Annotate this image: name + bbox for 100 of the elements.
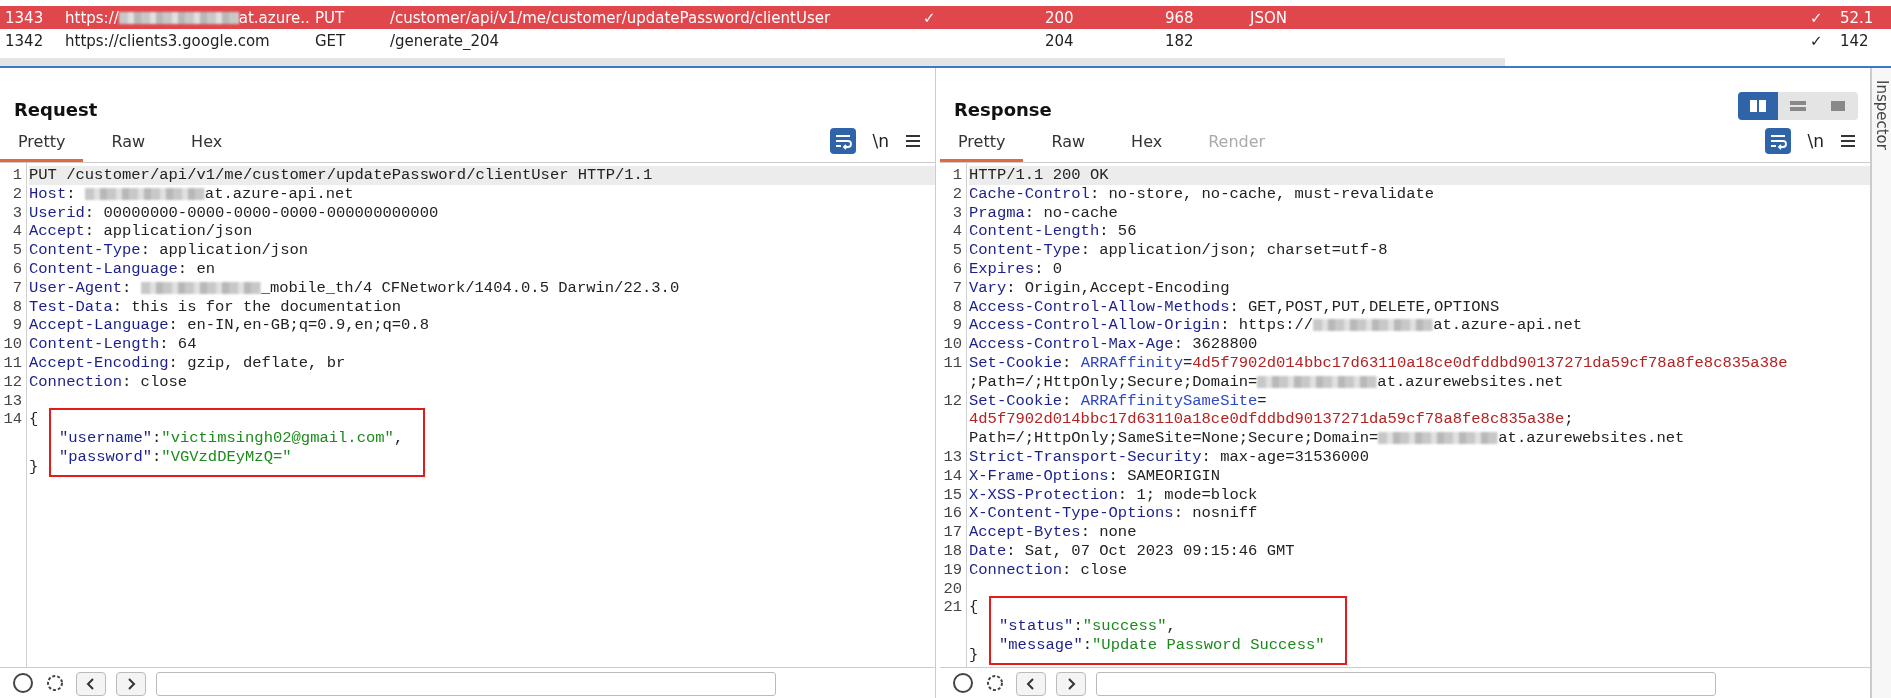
- forward-button[interactable]: [1056, 672, 1086, 696]
- table-cell: /customer/api/v1/me/customer/updatePassword/clientUser: [390, 8, 831, 27]
- back-button[interactable]: [76, 672, 106, 696]
- table-cell: 182: [1165, 31, 1194, 50]
- table-cell: 968: [1165, 8, 1194, 27]
- rows-icon: [1789, 99, 1807, 113]
- view-tab[interactable]: Hex: [1113, 132, 1181, 162]
- back-button[interactable]: [1016, 672, 1046, 696]
- line-number: 6: [951, 260, 963, 279]
- inspector-tab[interactable]: Inspector: [1872, 80, 1891, 150]
- word-wrap-icon[interactable]: [1765, 128, 1792, 154]
- layout-button[interactable]: [1818, 92, 1858, 120]
- code-line: Connection: close: [29, 372, 188, 392]
- table-cell: https:// at.azure...: [65, 8, 310, 27]
- line-number: 3: [951, 203, 963, 223]
- code-line: }: [969, 645, 980, 665]
- table-cell: ✓: [1810, 8, 1823, 27]
- table-cell: 200: [1045, 8, 1074, 27]
- panel-title: Request: [14, 99, 98, 120]
- line-number: 1: [0, 166, 29, 185]
- code-line: Set-Cookie: ARRAffinitySameSite= 4d5f7902d014bbc17d63110a18ce0dfddbd90137271da59cf78a8fe8c835a38e; Path=/;HttpOnly;SameSite=None;Secure;Domain= at.azurewebsites.net: [969, 391, 1685, 448]
- menu-icon[interactable]: [1840, 134, 1856, 148]
- columns-icon: [1749, 99, 1767, 113]
- code-line: X-Frame-Options: SAMEORIGIN: [969, 466, 1221, 486]
- code-line: "password":"VGVzdDEyMzQ=": [59, 447, 293, 467]
- menu-icon[interactable]: [905, 134, 921, 148]
- table-cell: 204: [1045, 31, 1074, 50]
- newline-toggle[interactable]: \n: [872, 131, 889, 151]
- code-line: X-XSS-Protection: 1; mode=block: [969, 485, 1258, 505]
- code-line: Accept-Encoding: gzip, deflate, br: [29, 353, 346, 373]
- layout-button[interactable]: [1778, 92, 1818, 120]
- line-number: 10: [942, 335, 963, 354]
- code-line: Strict-Transport-Security: max-age=31536000: [969, 447, 1369, 467]
- line-number: 9: [11, 316, 23, 336]
- line-number: 19: [942, 560, 963, 580]
- line-number: 12: [2, 372, 23, 392]
- code-line: Content-Length: 64: [29, 335, 197, 354]
- code-line: "status":"success",: [999, 617, 1177, 636]
- line-number: 8: [951, 297, 963, 317]
- code-line: Connection: close: [969, 560, 1128, 580]
- code-line: "message":"Update Password Success": [999, 635, 1325, 655]
- table-cell: 142: [1840, 31, 1869, 50]
- line-number: 8: [11, 297, 23, 317]
- request-row[interactable]: 1342 https://clients3.google.com GET /generate_204 204 182 ✓ 142: [0, 29, 1891, 53]
- table-cell: JSON: [1250, 8, 1287, 27]
- search-field[interactable]: [1096, 672, 1716, 696]
- table-cell: 1342: [5, 31, 44, 50]
- line-number: 18: [942, 541, 963, 561]
- line-number: 5: [951, 241, 963, 260]
- code-line: HTTP/1.1 200 OK: [969, 166, 1109, 185]
- line-number: 16: [942, 504, 963, 524]
- code-line: Access-Control-Allow-Origin: https:// at.azure-api.net: [969, 316, 1582, 336]
- code-line: Pragma: no-cache: [969, 203, 1118, 223]
- view-tab[interactable]: Pretty: [940, 132, 1024, 162]
- code-line: Vary: Origin,Accept-Encoding: [969, 278, 1230, 298]
- table-cell: ✓: [1810, 31, 1823, 50]
- newline-toggle[interactable]: \n: [1807, 131, 1824, 151]
- code-line: Test-Data: this is for the documentation: [29, 297, 402, 317]
- view-tab[interactable]: Raw: [1033, 132, 1104, 162]
- line-number: 7: [11, 278, 23, 298]
- request-row[interactable]: 1343 https:// at.azure...PUT /customer/api/v1/me/customer/updatePassword/clientUser ✓ 200 968 JSON ✓ 52.1: [0, 6, 1891, 30]
- code-line: User-Agent: _mobile_th/4 CFNetwork/1404.0.5 Darwin/22.3.0: [29, 278, 680, 298]
- line-number: 14: [2, 410, 23, 431]
- code-line: Access-Control-Allow-Methods: GET,POST,PUT,DELETE,OPTIONS: [969, 297, 1500, 317]
- view-tab[interactable]: Pretty: [0, 132, 84, 162]
- code-line: Content-Language: en: [29, 260, 216, 279]
- code-line: Accept-Bytes: none: [969, 523, 1137, 542]
- code-line: Content-Length: 56: [969, 222, 1137, 242]
- line-number: 4: [11, 222, 23, 242]
- panel-title: Response: [954, 99, 1052, 120]
- line-number: 2: [951, 184, 963, 204]
- line-number: 11: [942, 353, 963, 374]
- code-line: PUT /customer/api/v1/me/customer/updatePassword/clientUser HTTP/1.1: [29, 166, 653, 185]
- word-wrap-icon[interactable]: [830, 128, 857, 154]
- layout-button[interactable]: [1738, 92, 1778, 120]
- table-cell: /generate_204: [390, 31, 500, 50]
- search-field[interactable]: [156, 672, 776, 696]
- code-line: Accept: application/json: [29, 222, 253, 242]
- line-number: 9: [951, 316, 963, 336]
- single-pane-icon: [1829, 99, 1847, 113]
- view-tab[interactable]: Hex: [173, 132, 241, 162]
- forward-button[interactable]: [116, 672, 146, 696]
- line-number: 2: [11, 184, 23, 204]
- line-number: 21: [942, 598, 963, 619]
- code-line: Cache-Control: no-store, no-cache, must-revalidate: [969, 184, 1435, 204]
- table-cell: 1343: [5, 8, 44, 27]
- line-number: 10: [2, 335, 23, 354]
- code-line: {: [969, 598, 980, 618]
- code-line: X-Content-Type-Options: nosniff: [969, 504, 1258, 524]
- code-line: Userid: 00000000-0000-0000-0000-000000000000: [29, 203, 439, 223]
- horizontal-scrollbar[interactable]: [0, 58, 1505, 66]
- line-number: 13: [2, 391, 23, 411]
- line-number: 11: [2, 353, 23, 373]
- table-cell: PUT: [315, 8, 345, 27]
- view-tab[interactable]: Raw: [93, 132, 164, 162]
- line-number: 4: [951, 222, 963, 242]
- code-line: Host: at.azure-api.net: [29, 184, 354, 204]
- line-number: 6: [11, 260, 23, 279]
- table-cell: https://clients3.google.com: [65, 31, 270, 50]
- line-number: 17: [942, 523, 963, 542]
